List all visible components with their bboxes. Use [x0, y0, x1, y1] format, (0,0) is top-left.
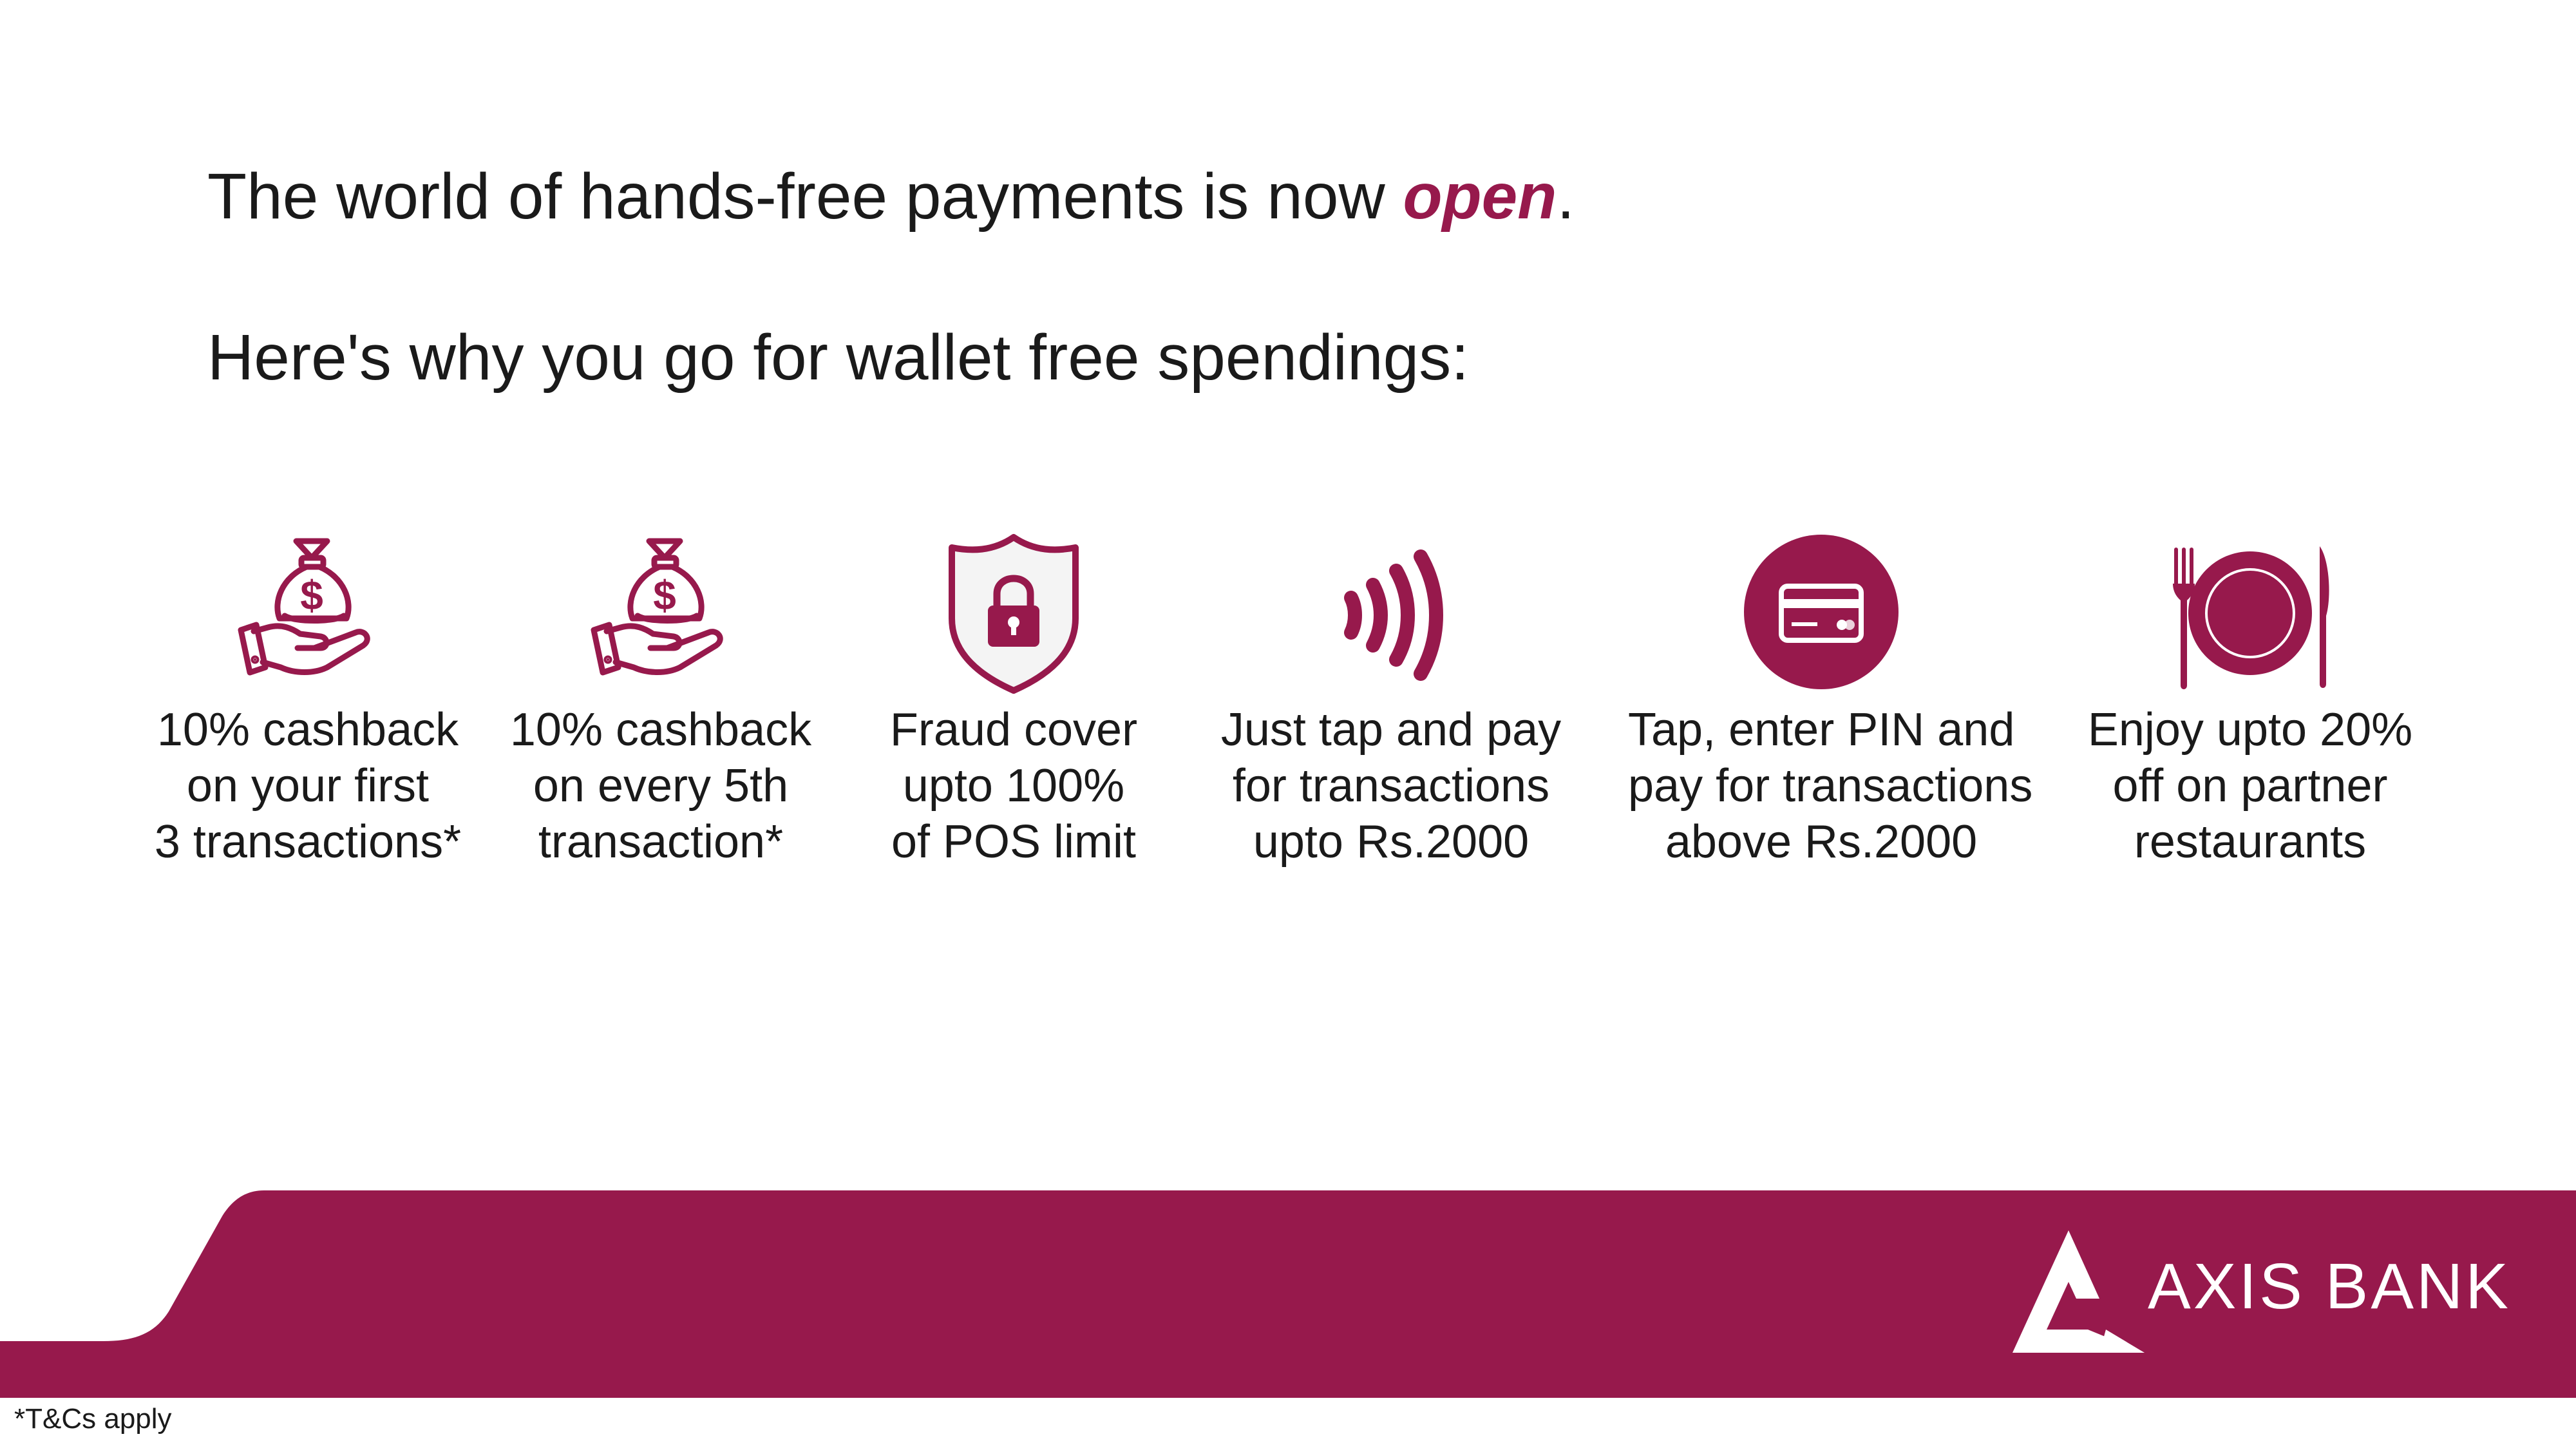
feature-label-line: pay for transactions [1628, 760, 2033, 812]
plate-cutlery-icon [2173, 546, 2329, 689]
feature-label-line: Just tap and pay [1220, 704, 1562, 756]
feature-cashback-first: $ 10% cashback on your first 3 transacti… [115, 522, 501, 870]
feature-label-line: of POS limit [891, 816, 1137, 868]
feature-label-line: 3 transactions* [154, 816, 462, 868]
feature-label-line: Enjoy upto 20% [2087, 704, 2413, 756]
feature-label-line: 10% cashback [509, 704, 812, 756]
card-circle-icon [1744, 535, 1899, 689]
feature-label-line: on every 5th [533, 760, 789, 812]
headline-suffix: . [1557, 160, 1575, 233]
feature-tap-and-pay: Just tap and pay for transactions upto R… [1198, 522, 1584, 870]
money-bag-hand-icon: $ [238, 538, 370, 676]
svg-text:$: $ [300, 572, 323, 618]
headline-prefix: The world of hands-free payments is now [207, 160, 1403, 233]
feature-label: Just tap and pay for transactions upto R… [1198, 702, 1584, 870]
feature-label-line: off on partner [2112, 760, 2388, 812]
contactless-wave-icon [1344, 549, 1443, 681]
feature-label-line: Fraud cover [889, 704, 1138, 756]
svg-text:$: $ [653, 572, 676, 618]
subheading: Here's why you go for wallet free spendi… [207, 321, 1469, 394]
money-bag-hand-icon: $ [591, 538, 723, 676]
feature-label: 10% cashback on your first 3 transaction… [115, 702, 501, 870]
feature-tap-pin-pay: Tap, enter PIN and pay for transactions … [1628, 522, 2033, 870]
feature-cashback-fifth: $ 10% cashback on every 5th transaction* [468, 522, 854, 870]
feature-label-line: on your first [186, 760, 430, 812]
feature-label-line: transaction* [538, 816, 784, 868]
logo-wordmark: AXIS BANK [2148, 1250, 2511, 1322]
feature-label-line: Tap, enter PIN and [1628, 704, 2015, 756]
terms-note: *T&Cs apply [14, 1403, 172, 1435]
feature-label-line: for transactions [1232, 760, 1550, 812]
feature-label-line: upto Rs.2000 [1253, 816, 1530, 868]
headline: The world of hands-free payments is now … [207, 155, 1575, 238]
feature-restaurant-offer: Enjoy upto 20% off on partner restaurant… [2057, 522, 2443, 870]
feature-label: Tap, enter PIN and pay for transactions … [1628, 702, 2033, 870]
feature-label: 10% cashback on every 5th transaction* [468, 702, 854, 870]
feature-label: Enjoy upto 20% off on partner restaurant… [2057, 702, 2443, 870]
feature-label-line: restaurants [2134, 816, 2367, 868]
feature-label-line: upto 100% [902, 760, 1125, 812]
feature-label: Fraud cover upto 100% of POS limit [820, 702, 1207, 870]
shield-lock-icon [949, 534, 1079, 694]
headline-accent: open [1403, 160, 1557, 233]
feature-label-line: 10% cashback [156, 704, 459, 756]
feature-fraud-cover: Fraud cover upto 100% of POS limit [820, 522, 1207, 870]
feature-label-line: above Rs.2000 [1665, 816, 1978, 868]
